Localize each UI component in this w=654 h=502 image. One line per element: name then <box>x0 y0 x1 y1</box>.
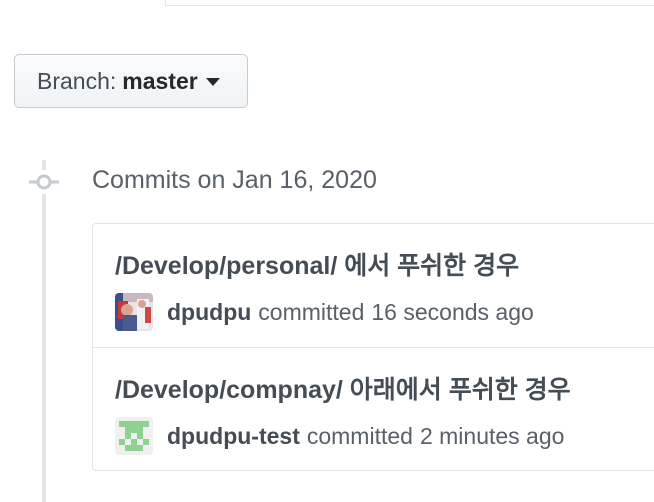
tab-active[interactable] <box>14 0 166 6</box>
commit-message-link[interactable]: /Develop/compnay/ 아래에서 푸쉬한 경우 <box>115 370 571 406</box>
commit-time: 16 seconds ago <box>371 298 534 325</box>
tab-bar <box>0 0 654 6</box>
commit-group-title: Commits on Jan 16, 2020 <box>92 166 377 194</box>
commit-message-link[interactable]: /Develop/personal/ 에서 푸쉬한 경우 <box>115 246 519 282</box>
commit-verb: committed <box>306 422 413 449</box>
commit-author-link[interactable]: dpudpu-test <box>167 423 300 450</box>
author-avatar[interactable] <box>115 417 153 455</box>
branch-select-button[interactable]: Branch: master <box>14 54 248 108</box>
author-avatar[interactable] <box>115 293 153 331</box>
caret-down-icon <box>205 78 220 86</box>
commit-row: /Develop/compnay/ 아래에서 푸쉬한 경우 dpudpu-tes… <box>93 347 654 470</box>
commit-time: 2 minutes ago <box>419 422 565 449</box>
commit-row: /Develop/personal/ 에서 푸쉬한 경우 dpudpu comm… <box>93 224 654 347</box>
commit-verb: committed <box>258 298 365 325</box>
timeline-line <box>42 160 46 502</box>
commit-author-link[interactable]: dpudpu <box>167 299 251 326</box>
branch-name: master <box>122 67 198 94</box>
commit-meta: dpudpu-test committed 2 minutes ago <box>115 416 564 456</box>
commit-list: /Develop/personal/ 에서 푸쉬한 경우 dpudpu comm… <box>92 223 654 471</box>
branch-label: Branch: <box>37 67 117 94</box>
commit-meta: dpudpu committed 16 seconds ago <box>115 292 534 332</box>
tab-bar-border <box>166 0 654 6</box>
git-commit-icon <box>29 170 59 194</box>
